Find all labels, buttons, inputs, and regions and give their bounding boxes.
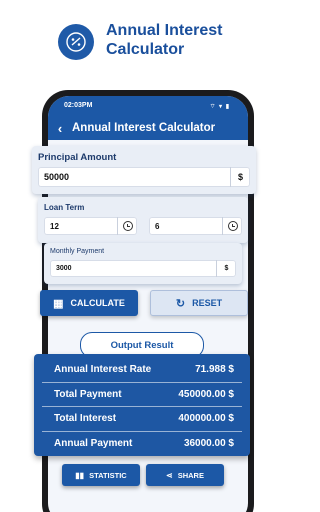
result-label: Annual Payment xyxy=(54,438,133,450)
status-bar: 02:03PM ⌔ ▾ ▮ xyxy=(48,96,248,116)
years-clock-icon[interactable] xyxy=(117,217,137,235)
share-label: SHARE xyxy=(177,470,204,480)
calculate-button[interactable]: ▦ CALCULATE xyxy=(40,290,138,316)
statistic-label: STATISTIC xyxy=(89,470,127,480)
result-label: Annual Interest Rate xyxy=(54,364,152,376)
result-value: 36000.00 $ xyxy=(183,438,234,450)
result-row-total-interest: Total Interest 400000.00 $ xyxy=(42,407,242,432)
result-row-annual-payment: Annual Payment 36000.00 $ xyxy=(42,432,242,457)
hero-title-line1: Annual Interest xyxy=(106,22,223,39)
loan-term-years-input[interactable]: 12 xyxy=(44,217,137,235)
statistic-button[interactable]: ▮▮ STATISTIC xyxy=(62,464,140,486)
monthly-input[interactable]: 3000 $ xyxy=(50,260,236,277)
status-icons: ⌔ ▾ ▮ xyxy=(209,104,230,110)
hero-title: Annual Interest Calculator xyxy=(106,21,266,59)
back-button[interactable]: ‹ xyxy=(48,121,72,136)
share-icon: ⋖ xyxy=(166,470,173,480)
hero-title-line2: Calculator xyxy=(106,41,185,58)
calculator-logo-icon xyxy=(58,24,94,60)
principal-input[interactable]: 50000 $ xyxy=(38,167,250,187)
result-value: 400000.00 $ xyxy=(178,413,234,425)
calculate-label: CALCULATE xyxy=(70,298,125,308)
result-label: Total Interest xyxy=(54,413,117,425)
loan-term-years-value: 12 xyxy=(50,221,59,231)
reset-icon: ↻ xyxy=(175,297,186,310)
result-row-annual-interest-rate: Annual Interest Rate 71.988 $ xyxy=(42,358,242,383)
result-row-total-payment: Total Payment 450000.00 $ xyxy=(42,383,242,407)
loan-term-card: Loan Term 12 6 xyxy=(38,197,248,243)
principal-unit: $ xyxy=(230,167,250,187)
result-value: 450000.00 $ xyxy=(178,388,234,400)
status-time: 02:03PM xyxy=(64,102,93,109)
result-value: 71.988 $ xyxy=(195,364,234,376)
monthly-label: Monthly Payment xyxy=(50,248,105,255)
result-label: Total Payment xyxy=(54,388,122,400)
app-bar-title: Annual Interest Calculator xyxy=(72,122,216,134)
reset-button[interactable]: ↻ RESET xyxy=(150,290,248,316)
principal-card: Principal Amount 50000 $ xyxy=(32,146,256,194)
principal-label: Principal Amount xyxy=(38,152,117,163)
months-clock-icon[interactable] xyxy=(222,217,242,235)
reset-label: RESET xyxy=(192,298,223,308)
calculator-icon: ▦ xyxy=(53,297,64,310)
loan-term-months-value: 6 xyxy=(155,221,160,231)
chart-icon: ▮▮ xyxy=(75,470,85,480)
principal-value: 50000 xyxy=(44,172,70,182)
app-bar: ‹ Annual Interest Calculator xyxy=(48,116,248,140)
monthly-card: Monthly Payment 3000 $ xyxy=(44,243,242,284)
loan-term-label: Loan Term xyxy=(44,203,85,212)
loan-term-months-input[interactable]: 6 xyxy=(149,217,242,235)
monthly-value: 3000 xyxy=(56,265,72,272)
share-button[interactable]: ⋖ SHARE xyxy=(146,464,224,486)
monthly-unit: $ xyxy=(216,260,236,277)
results-panel: Annual Interest Rate 71.988 $ Total Paym… xyxy=(34,354,250,456)
